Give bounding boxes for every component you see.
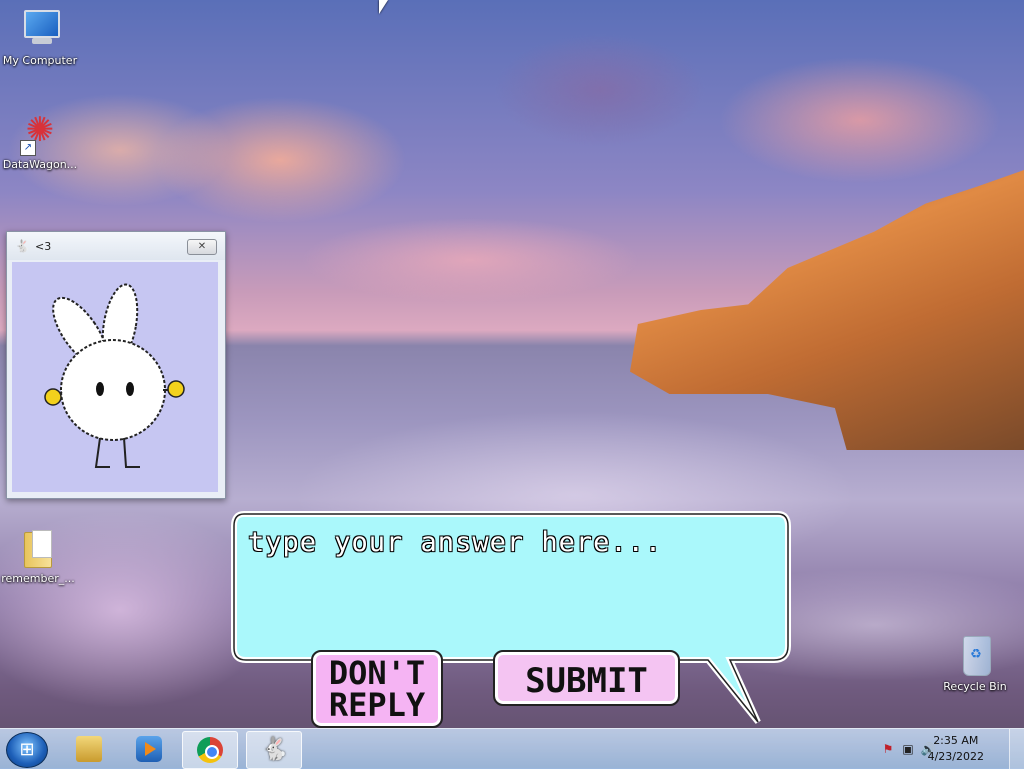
system-tray: ⚑ ▣ 🔊 2:35 AM 4/23/2022 xyxy=(854,729,1024,769)
desktop-icon-remember-folder[interactable]: remember_... xyxy=(0,526,78,585)
bunny-small-icon: 🐇 xyxy=(15,239,30,253)
action-center-icon[interactable]: ⚑ xyxy=(880,741,896,757)
desktop-icon-recycle-bin[interactable]: ♻ Recycle Bin xyxy=(935,632,1015,693)
clock-date: 4/23/2022 xyxy=(927,750,984,763)
recycle-bin-icon: ♻ xyxy=(955,632,995,678)
desktop-icon-label: remember_... xyxy=(1,572,75,585)
windows-logo-icon: ⊞ xyxy=(19,739,35,760)
bunny-window-content xyxy=(12,262,218,492)
desktop-icon-datawagon[interactable]: ✺ ↗ DataWagon... xyxy=(0,112,80,171)
taskbar-media-player[interactable] xyxy=(122,731,176,767)
network-icon[interactable]: ▣ xyxy=(900,741,916,757)
taskbar-chrome[interactable] xyxy=(182,731,238,769)
desktop-icon-my-computer[interactable]: My Computer xyxy=(0,8,80,67)
taskbar: ⊞ 🐇 ⚑ ▣ 🔊 2:35 AM 4/23/2022 xyxy=(0,728,1024,769)
mouse-cursor xyxy=(379,0,388,14)
desktop-icon-label: Recycle Bin xyxy=(943,680,1007,693)
taskbar-explorer[interactable] xyxy=(62,731,116,767)
desktop-icon-label: DataWagon... xyxy=(2,158,78,171)
clock[interactable]: 2:35 AM 4/23/2022 xyxy=(928,733,984,765)
bunny-illustration xyxy=(44,283,185,468)
datawagon-icon: ✺ ↗ xyxy=(20,112,60,156)
submit-button[interactable]: SUBMIT xyxy=(493,650,680,706)
dont-reply-button[interactable]: DON'T REPLY xyxy=(311,650,443,728)
bunny-window: 🐇 <3 ✕ xyxy=(6,231,226,499)
answer-input[interactable] xyxy=(246,524,780,560)
close-button[interactable]: ✕ xyxy=(187,239,217,255)
bunny-window-title: <3 xyxy=(35,240,52,253)
start-button[interactable]: ⊞ xyxy=(6,732,48,768)
computer-icon xyxy=(20,8,60,52)
show-desktop-button[interactable] xyxy=(1009,729,1024,769)
bunny-icon: 🐇 xyxy=(261,737,289,762)
clock-time: 2:35 AM xyxy=(933,734,979,747)
folder-icon xyxy=(18,526,58,570)
explorer-icon xyxy=(76,736,102,762)
media-player-icon xyxy=(136,736,162,762)
bunny-window-titlebar[interactable]: 🐇 <3 ✕ xyxy=(7,232,225,260)
desktop-icon-label: My Computer xyxy=(2,54,78,67)
taskbar-bunny[interactable]: 🐇 xyxy=(246,731,302,769)
chrome-icon xyxy=(197,737,223,763)
